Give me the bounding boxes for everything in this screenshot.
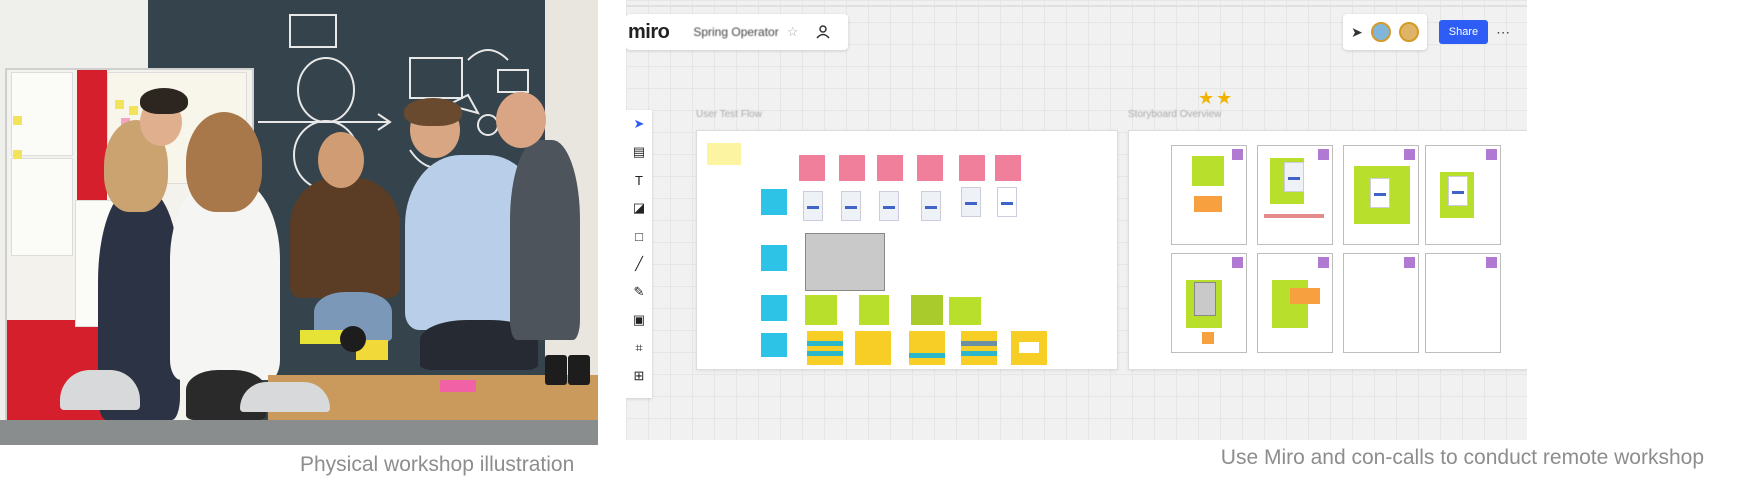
sticky-note[interactable] <box>839 155 865 181</box>
storyboard-cell[interactable] <box>1343 145 1419 245</box>
frame-label-user-test-flow[interactable]: User Test Flow <box>696 109 762 120</box>
floor <box>0 420 598 445</box>
image-card[interactable] <box>805 233 885 291</box>
tag <box>1486 149 1497 160</box>
more-icon[interactable]: ⋯ <box>1496 24 1510 41</box>
sticky-note[interactable] <box>799 155 825 181</box>
tag <box>1486 257 1497 268</box>
screen-card[interactable] <box>921 191 941 221</box>
cursor-icon[interactable]: ➤ <box>1351 24 1363 41</box>
sticky-note[interactable] <box>761 189 787 215</box>
user-icon[interactable] <box>816 25 830 39</box>
sticky-note[interactable] <box>949 297 981 325</box>
collaboration-bar: ➤ Share ⋯ <box>1343 14 1521 50</box>
board-name[interactable]: Spring Operator <box>693 25 778 39</box>
caption-physical-workshop: Physical workshop illustration <box>300 453 575 476</box>
workshop-photo <box>0 0 598 445</box>
sticky-note[interactable] <box>855 331 891 365</box>
sticky-note[interactable] <box>959 155 985 181</box>
person-man-brown-sweater <box>290 178 400 298</box>
frame-icon[interactable]: ⌗ <box>626 334 652 362</box>
more-tools-icon[interactable]: ⊞ <box>626 362 652 390</box>
rating-stars: ★★ <box>1198 88 1235 108</box>
sticky-note[interactable] <box>761 295 787 321</box>
cursor-icon[interactable]: ➤ <box>626 110 652 138</box>
text-icon[interactable]: T <box>626 166 652 194</box>
tag <box>1318 257 1329 268</box>
sticky-note[interactable] <box>911 295 943 325</box>
storyboard-cell[interactable] <box>1425 253 1501 353</box>
coffee-mug <box>545 355 567 385</box>
screen-card[interactable] <box>841 191 861 221</box>
sticky-note[interactable] <box>761 245 787 271</box>
screen-card[interactable] <box>997 187 1017 217</box>
tag <box>1318 149 1329 160</box>
sticky-note[interactable] <box>805 295 837 325</box>
caption-remote-workshop: Use Miro and con-calls to conduct remote… <box>1220 446 1704 469</box>
storyboard-cell[interactable] <box>1343 253 1419 353</box>
sticky-note[interactable] <box>859 295 889 325</box>
frame-user-test-flow[interactable] <box>696 130 1118 370</box>
sticky-note[interactable] <box>877 155 903 181</box>
sticky-note[interactable] <box>807 331 843 365</box>
storyboard-cell[interactable] <box>1257 145 1333 245</box>
screen-card[interactable] <box>961 187 981 217</box>
tag <box>1404 149 1415 160</box>
star-icon[interactable]: ☆ <box>787 24 799 40</box>
comment-icon[interactable]: ▣ <box>626 306 652 334</box>
avatar[interactable] <box>1398 22 1419 42</box>
avatar[interactable] <box>1370 22 1391 42</box>
sticky-note[interactable] <box>961 331 997 365</box>
sticky-note[interactable] <box>761 333 787 357</box>
coffee-mug <box>568 355 590 385</box>
pen-icon[interactable]: ╱ <box>626 250 652 278</box>
chair <box>240 382 330 412</box>
board-title-bar: miro Spring Operator ☆ <box>626 14 848 50</box>
tag <box>1404 257 1415 268</box>
sticky-note[interactable] <box>1011 331 1047 365</box>
person-man-grey-tshirt <box>510 140 580 340</box>
miro-logo[interactable]: miro <box>628 21 670 44</box>
miro-board-screenshot: miro Spring Operator ☆ ➤ Share ⋯ ➤ ▤ T ◪… <box>626 0 1527 440</box>
chair <box>60 370 140 410</box>
screen-card[interactable] <box>879 191 899 221</box>
share-button[interactable]: Share <box>1438 20 1489 44</box>
sticky-note-icon[interactable]: ◪ <box>626 194 652 222</box>
frame-storyboard-overview[interactable] <box>1128 130 1527 370</box>
storyboard-cell[interactable] <box>1171 253 1247 353</box>
frame-label-storyboard-overview[interactable]: Storyboard Overview <box>1128 109 1221 120</box>
left-toolbar: ➤ ▤ T ◪ □ ╱ ✎ ▣ ⌗ ⊞ <box>626 110 652 398</box>
storyboard-cell[interactable] <box>1257 253 1333 353</box>
screen-card[interactable] <box>803 191 823 221</box>
sticky-note[interactable] <box>707 143 741 165</box>
tag <box>1232 257 1243 268</box>
sticky-note[interactable] <box>995 155 1021 181</box>
marker-icon[interactable]: ✎ <box>626 278 652 306</box>
tag <box>1232 149 1243 160</box>
template-icon[interactable]: ▤ <box>626 138 652 166</box>
storyboard-cell[interactable] <box>1171 145 1247 245</box>
shape-icon[interactable]: □ <box>626 222 652 250</box>
sticky-note[interactable] <box>917 155 943 181</box>
storyboard-cell[interactable] <box>1425 145 1501 245</box>
coffee-mug <box>340 326 366 352</box>
sticky-note[interactable] <box>909 331 945 365</box>
